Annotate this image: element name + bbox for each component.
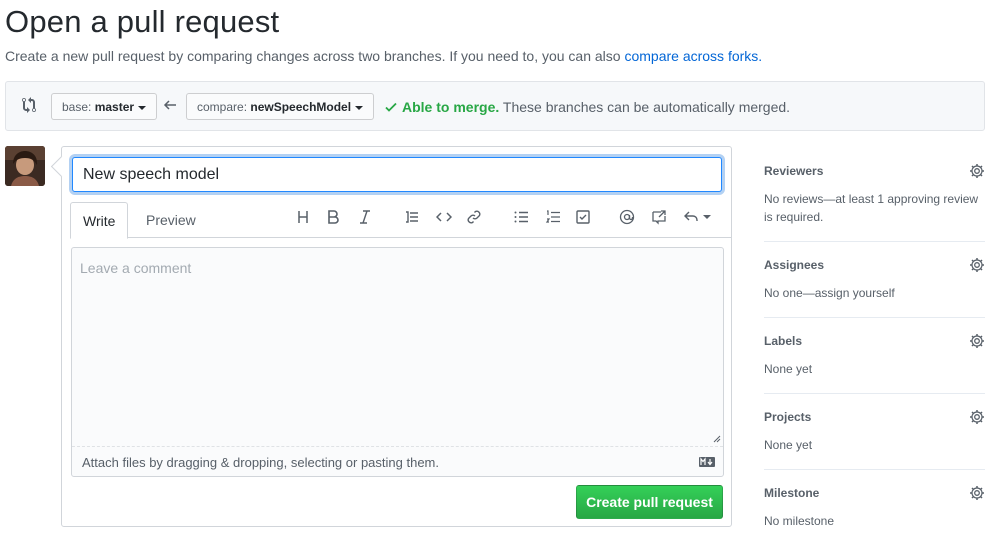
assignees-heading[interactable]: Assignees xyxy=(764,258,985,272)
page-subtitle: Create a new pull request by comparing c… xyxy=(5,48,762,64)
attach-divider xyxy=(72,446,723,447)
resize-handle-icon[interactable] xyxy=(713,435,721,443)
chevron-down-icon xyxy=(138,105,147,110)
reference-icon[interactable] xyxy=(650,208,668,226)
merge-status: Able to merge. These branches can be aut… xyxy=(384,99,790,115)
chevron-down-icon xyxy=(703,215,711,219)
gear-icon[interactable] xyxy=(969,409,985,425)
projects-heading[interactable]: Projects xyxy=(764,410,985,424)
gear-icon[interactable] xyxy=(969,257,985,273)
avatar[interactable] xyxy=(5,146,45,186)
assignees-text[interactable]: No one—assign yourself xyxy=(764,284,985,302)
sidebar-assignees: Assignees No one—assign yourself xyxy=(764,242,985,318)
reviewers-text: No reviews—at least 1 approving review i… xyxy=(764,192,979,224)
comment-textarea[interactable] xyxy=(72,248,723,445)
user-avatar-image xyxy=(5,146,45,186)
comment-box: Attach files by dragging & dropping, sel… xyxy=(71,247,724,477)
compare-branch-button[interactable]: compare: newSpeechModel xyxy=(186,93,375,120)
mention-icon[interactable] xyxy=(618,208,636,226)
quote-icon[interactable] xyxy=(403,208,421,226)
bold-icon[interactable] xyxy=(324,208,342,226)
base-branch-button[interactable]: base: master xyxy=(51,93,158,120)
labels-text: None yet xyxy=(764,362,813,376)
labels-heading[interactable]: Labels xyxy=(764,334,985,348)
code-icon[interactable] xyxy=(435,208,453,226)
sidebar-labels: Labels None yet xyxy=(764,318,985,394)
merge-ok-text: Able to merge. xyxy=(402,99,500,115)
milestone-heading[interactable]: Milestone xyxy=(764,486,985,500)
ordered-list-icon[interactable] xyxy=(544,208,562,226)
tab-preview[interactable]: Preview xyxy=(134,202,208,238)
base-branch-name: master xyxy=(94,100,135,114)
task-list-icon[interactable] xyxy=(574,208,592,226)
new-pr-form: Write Preview Attach files by draggin xyxy=(61,146,732,527)
gear-icon[interactable] xyxy=(969,485,985,501)
reply-icon[interactable] xyxy=(682,208,712,226)
check-icon xyxy=(385,102,397,112)
chevron-down-icon xyxy=(355,105,364,110)
link-icon[interactable] xyxy=(465,208,483,226)
git-compare-icon xyxy=(22,97,36,113)
sidebar: Reviewers No reviews—at least 1 approvin… xyxy=(764,148,985,534)
milestone-text: No milestone xyxy=(764,514,835,528)
page-title: Open a pull request xyxy=(5,4,280,39)
arrow-left-icon xyxy=(163,100,176,110)
sidebar-reviewers: Reviewers No reviews—at least 1 approvin… xyxy=(764,148,985,242)
compare-prefix: compare: xyxy=(197,100,248,114)
compare-branch-name: newSpeechModel xyxy=(250,100,352,114)
merge-note-text: These branches can be automatically merg… xyxy=(502,99,791,115)
compare-across-forks-link[interactable]: compare across forks. xyxy=(624,48,762,64)
sidebar-projects: Projects None yet xyxy=(764,394,985,470)
sidebar-milestone: Milestone No milestone xyxy=(764,470,985,534)
unordered-list-icon[interactable] xyxy=(512,208,530,226)
base-prefix: base: xyxy=(62,100,92,114)
gear-icon[interactable] xyxy=(969,163,985,179)
markdown-icon[interactable] xyxy=(699,457,715,467)
subtitle-text: Create a new pull request by comparing c… xyxy=(5,48,621,64)
attach-files-text[interactable]: Attach files by dragging & dropping, sel… xyxy=(82,455,439,470)
header-icon[interactable] xyxy=(295,208,313,226)
branch-range-bar: base: master compare: newSpeechModel Abl… xyxy=(5,81,985,131)
italic-icon[interactable] xyxy=(356,208,374,226)
reviewers-heading[interactable]: Reviewers xyxy=(764,164,985,178)
projects-text: None yet xyxy=(764,438,813,452)
tab-write[interactable]: Write xyxy=(70,202,129,239)
gear-icon[interactable] xyxy=(969,333,985,349)
create-pull-request-button[interactable]: Create pull request xyxy=(576,485,723,519)
title-input[interactable] xyxy=(72,157,722,192)
